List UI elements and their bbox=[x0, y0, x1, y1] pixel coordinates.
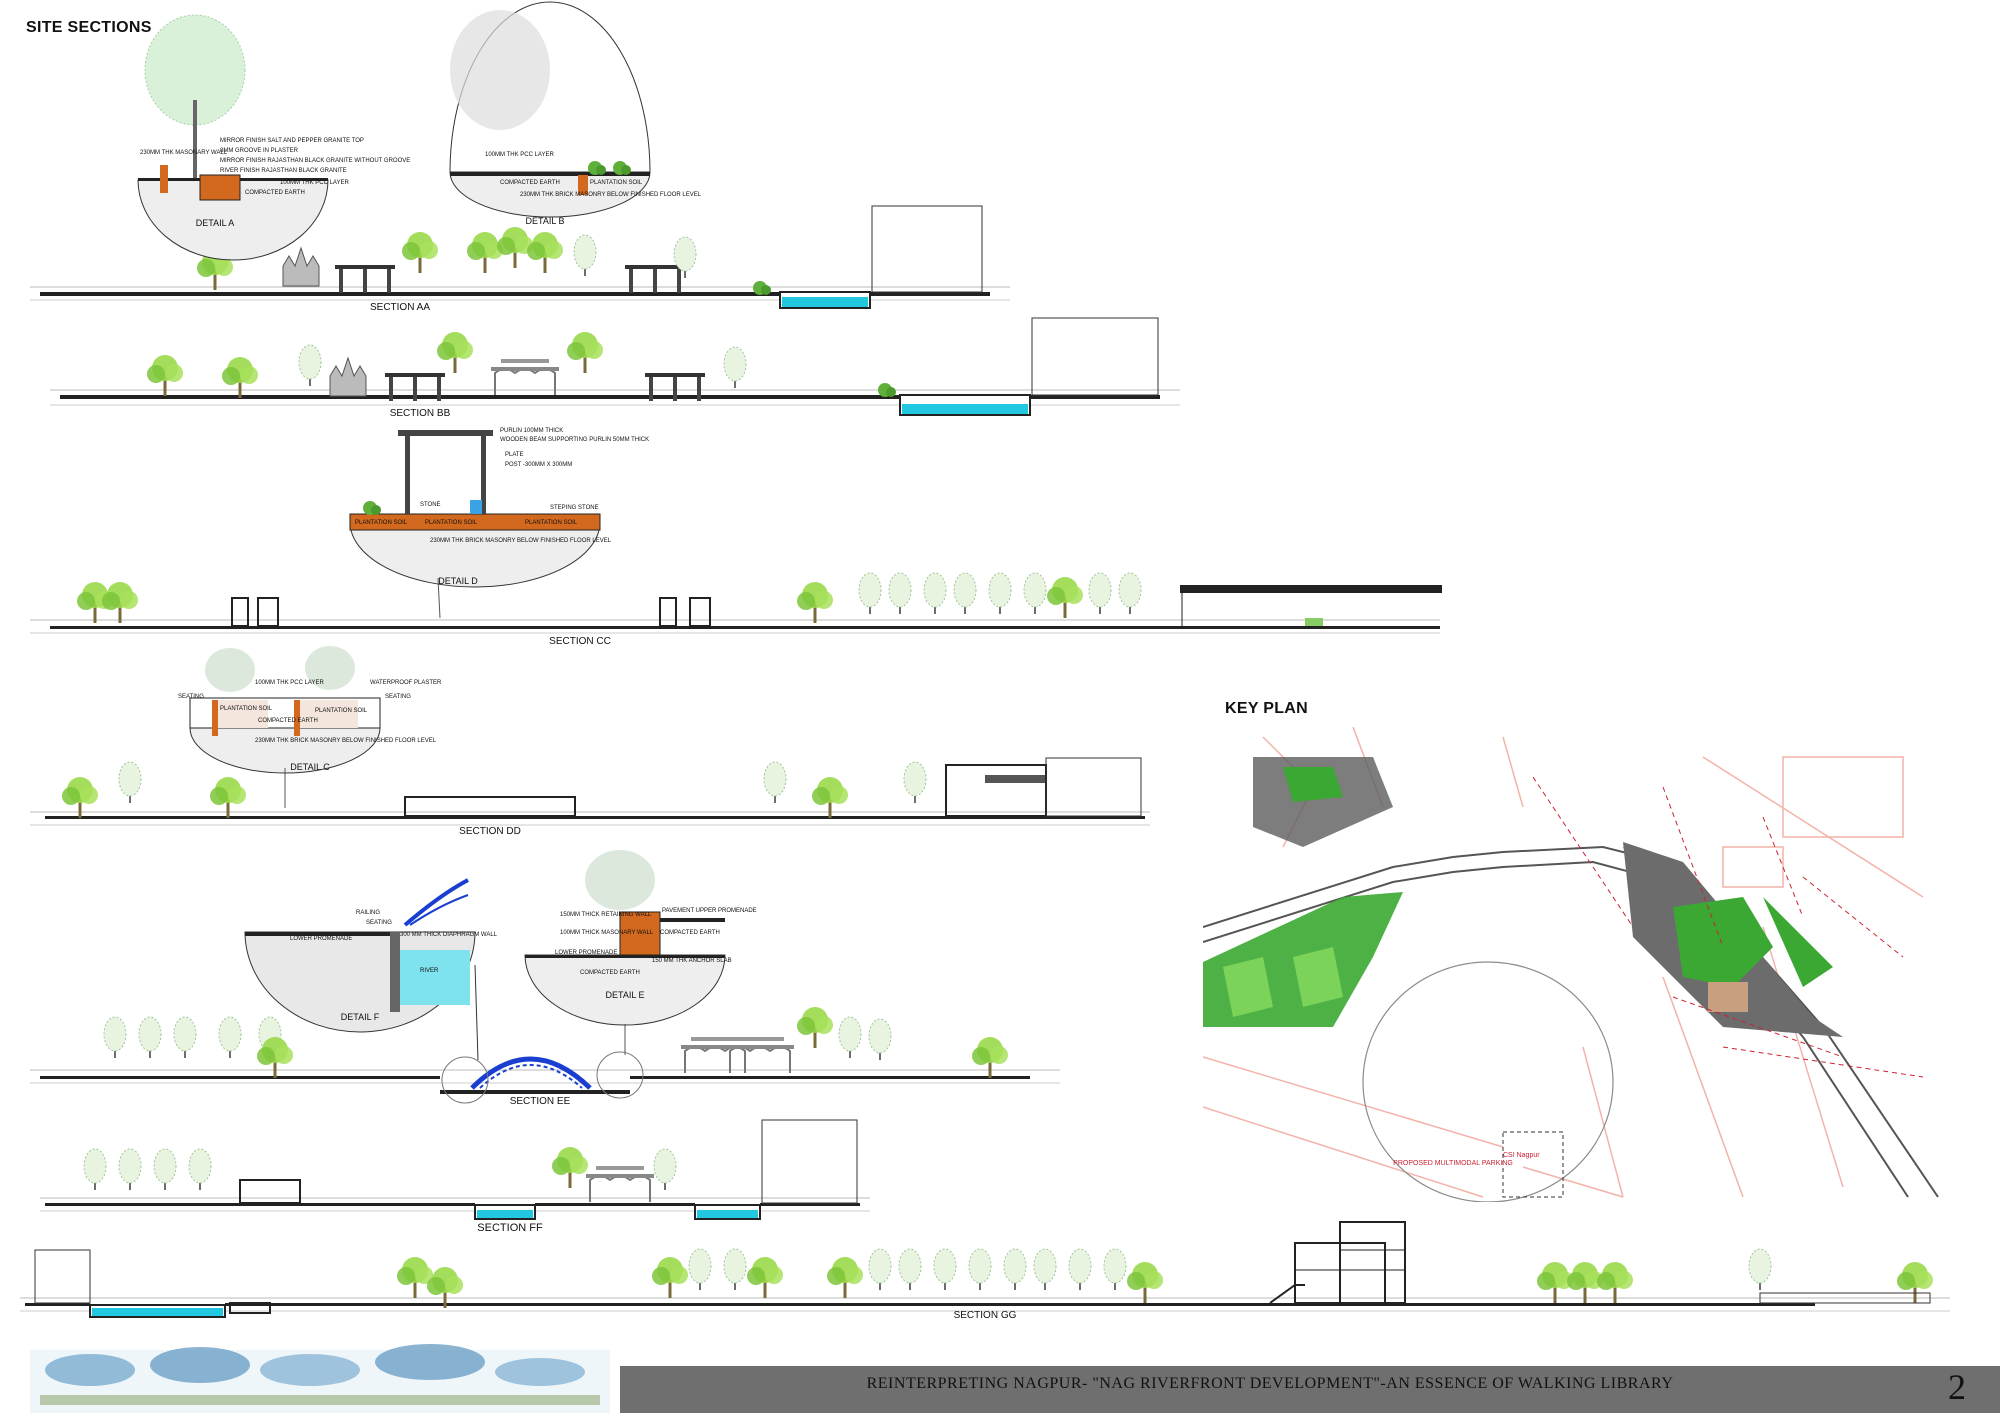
detail-a-note: RIVER FINISH RAJASTHAN BLACK GRANITE bbox=[220, 168, 347, 174]
section-gg-drawing bbox=[20, 1221, 1950, 1318]
detail-f-note: RAILING bbox=[356, 910, 381, 916]
section-cc-drawing bbox=[30, 572, 1442, 634]
section-label-gg: SECTION GG bbox=[953, 1310, 1017, 1321]
detail-c-note: COMPACTED EARTH bbox=[258, 718, 318, 724]
detail-a-note: 100MM THK PCC LAYER bbox=[280, 180, 349, 186]
detail-b-note: 230MM THK BRICK MASONRY BELOW FINISHED F… bbox=[520, 192, 702, 198]
detail-c-label: DETAIL C bbox=[290, 762, 330, 772]
detail-e-note: 150 MM THK ANCHOR SLAB bbox=[652, 958, 732, 964]
key-plan-label-csi: CSI Nagpur bbox=[1503, 1152, 1540, 1159]
section-label-ee: SECTION EE bbox=[509, 1096, 571, 1107]
detail-a-note: 8MM GROOVE IN PLASTER bbox=[220, 148, 299, 154]
detail-e-note: 100MM THICK MASONARY WALL bbox=[560, 930, 654, 936]
key-plan: PROPOSED MULTIMODAL PARKING CSI Nagpur bbox=[1203, 727, 1945, 1202]
detail-d-note: PLATE bbox=[505, 452, 524, 458]
detail-f-note: SEATING bbox=[366, 920, 392, 926]
footer-title: REINTERPRETING NAGPUR- "NAG RIVERFRONT D… bbox=[866, 1375, 1674, 1392]
detail-c-note: WATERPROOF PLASTER bbox=[370, 680, 442, 686]
detail-d-note: PLANTATION SOIL bbox=[355, 520, 408, 526]
page-number: 2 bbox=[1948, 1367, 1966, 1407]
section-label-dd: SECTION DD bbox=[459, 826, 521, 837]
section-label-ff: SECTION FF bbox=[477, 1222, 543, 1234]
detail-b-note: 100MM THK PCC LAYER bbox=[485, 152, 554, 158]
detail-a-note: MIRROR FINISH SALT AND PEPPER GRANITE TO… bbox=[220, 138, 364, 144]
detail-c-note: 230MM THK BRICK MASONRY BELOW FINISHED F… bbox=[255, 738, 437, 744]
detail-c-note: PLANTATION SOIL bbox=[315, 708, 368, 714]
detail-e-note: LOWER PROMENADE bbox=[555, 950, 618, 956]
detail-a-note: 230MM THK MASONARY WALL bbox=[140, 150, 228, 156]
detail-f-note: 300 MM THICK DIAPHRAGM WALL bbox=[400, 932, 498, 938]
detail-a-label: DETAIL A bbox=[195, 218, 235, 228]
detail-d-note: PURLIN 100MM THICK bbox=[500, 428, 564, 434]
detail-a-note: COMPACTED EARTH bbox=[245, 190, 305, 196]
detail-f-note: LOWER PROMENADE bbox=[290, 936, 353, 942]
detail-d-note: PLANTATION SOIL bbox=[525, 520, 578, 526]
detail-f-label: DETAIL F bbox=[340, 1012, 380, 1022]
key-plan-label-parking: PROPOSED MULTIMODAL PARKING bbox=[1393, 1160, 1513, 1167]
section-ee-drawing bbox=[30, 1007, 1060, 1104]
section-dd-drawing bbox=[30, 757, 1150, 826]
detail-c-note: PLANTATION SOIL bbox=[220, 706, 273, 712]
detail-b-label: DETAIL B bbox=[525, 216, 565, 226]
detail-c-note: SEATING bbox=[385, 694, 411, 700]
detail-e-note: 150MM THICK RETAINING WALL bbox=[560, 912, 652, 918]
section-label-bb: SECTION BB bbox=[389, 408, 451, 419]
detail-e-note: PAVEMENT UPPER PROMENADE bbox=[662, 908, 757, 914]
detail-f-note: RIVER bbox=[420, 968, 439, 974]
detail-d-note: 230MM THK BRICK MASONRY BELOW FINISHED F… bbox=[430, 538, 612, 544]
detail-a-note: MIRROR FINISH RAJASTHAN BLACK GRANITE WI… bbox=[220, 158, 411, 164]
section-bb-drawing bbox=[50, 317, 1180, 416]
section-label-aa: SECTION AA bbox=[369, 302, 430, 313]
section-ff-drawing bbox=[40, 1119, 870, 1220]
landscape-sketch bbox=[30, 1344, 610, 1413]
detail-b-note: PLANTATION SOIL bbox=[590, 180, 643, 186]
detail-b-note: COMPACTED EARTH bbox=[500, 180, 560, 186]
detail-e-note: COMPACTED EARTH bbox=[660, 930, 720, 936]
detail-e-note: COMPACTED EARTH bbox=[580, 970, 640, 976]
detail-e-label: DETAIL E bbox=[605, 990, 645, 1000]
section-label-cc: SECTION CC bbox=[549, 636, 611, 647]
detail-c-note: SEATING bbox=[178, 694, 204, 700]
detail-d-note: POST -300MM X 300MM bbox=[505, 462, 573, 468]
detail-d-label: DETAIL D bbox=[438, 576, 478, 586]
detail-d-note: STEPING STONE bbox=[550, 505, 599, 511]
detail-d-note: STONE bbox=[420, 502, 441, 508]
detail-d-note: PLANTATION SOIL bbox=[425, 520, 478, 526]
detail-c-note: 100MM THK PCC LAYER bbox=[255, 680, 324, 686]
detail-d-note: WOODEN BEAM SUPPORTING PURLIN 50MM THICK bbox=[500, 437, 650, 443]
